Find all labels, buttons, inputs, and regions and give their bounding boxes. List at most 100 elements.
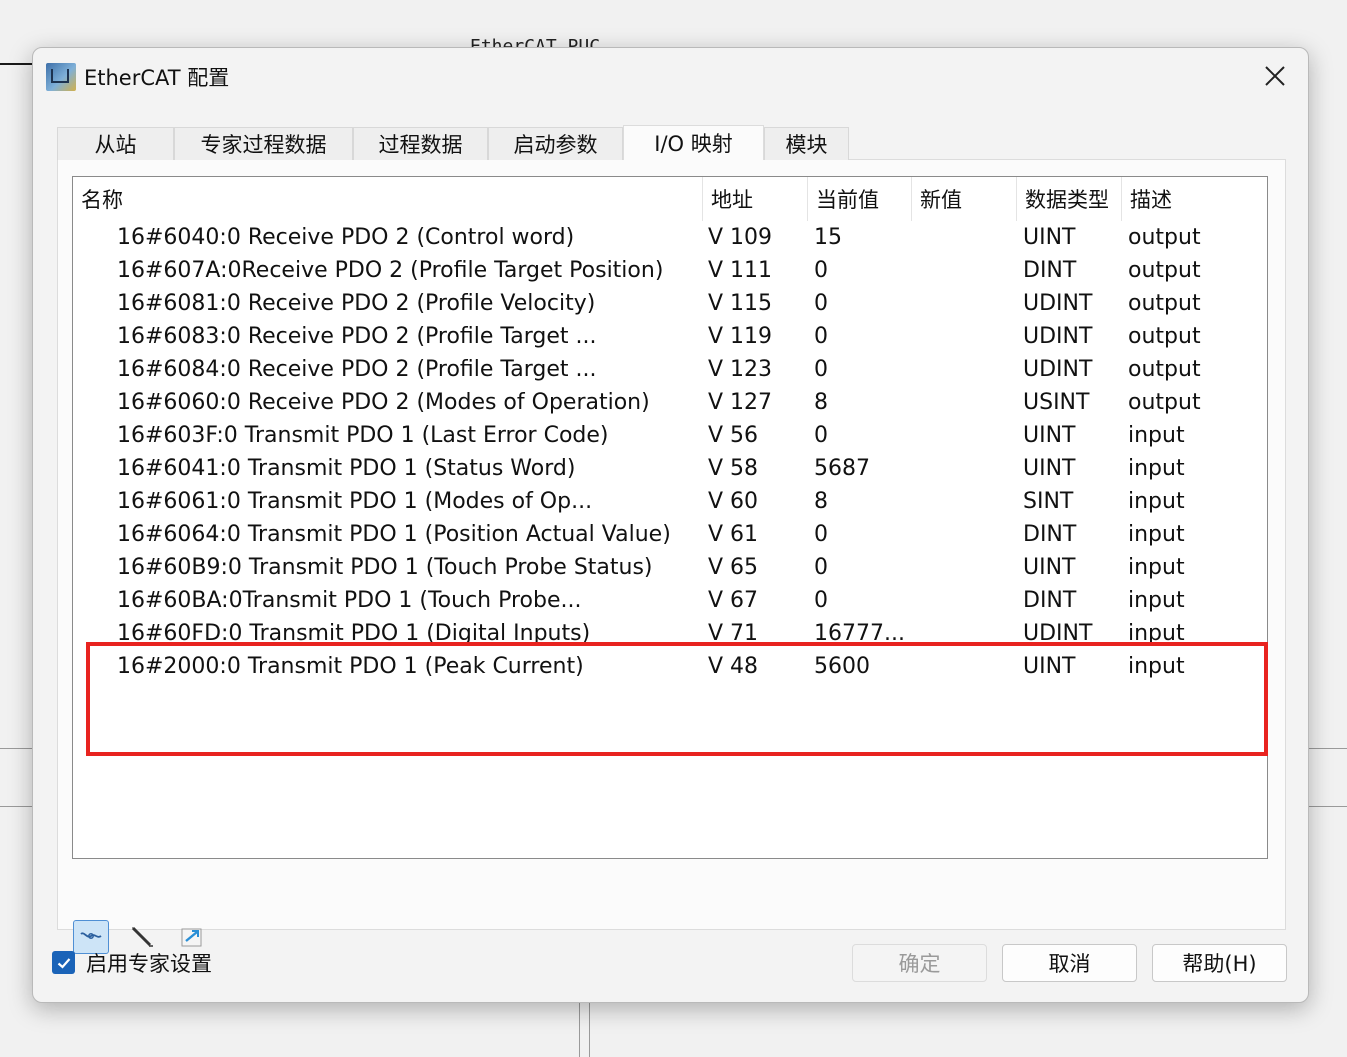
cell-address: V 58 [708,456,759,481]
cell-new-value[interactable] [918,287,1018,320]
cell-current-value: 0 [814,291,828,316]
cell-current-value: 15 [814,225,842,250]
table-row[interactable]: 16#6064:0 Transmit PDO 1 (Position Actua… [73,518,1267,551]
cell-name: 16#6081:0 Receive PDO 2 (Profile Velocit… [117,291,596,316]
expert-settings-label[interactable]: 启用专家设置 [86,948,212,978]
ok-button[interactable]: 确定 [852,944,987,982]
cell-new-value[interactable] [918,386,1018,419]
cell-new-value[interactable] [918,221,1018,254]
cell-current-value: 8 [814,390,828,415]
io-mapping-table[interactable]: 名称 地址 当前值 新值 数据类型 描述 16#6040:0 Receive P… [72,176,1268,859]
tab-1[interactable]: 从站 [57,127,174,160]
table-row[interactable]: 16#6061:0 Transmit PDO 1 (Modes of Op...… [73,485,1267,518]
cell-current-value: 16777... [814,621,905,646]
cell-new-value[interactable] [918,485,1018,518]
cell-address: V 48 [708,654,759,679]
cell-description: input [1128,522,1185,547]
tab-5[interactable]: I/O 映射 [623,125,764,160]
expert-settings-checkbox[interactable] [52,951,75,974]
dialog-titlebar: EtherCAT 配置 [33,48,1308,104]
cell-name: 16#6040:0 Receive PDO 2 (Control word) [117,225,575,250]
table-row[interactable]: 16#6040:0 Receive PDO 2 (Control word) V … [73,221,1267,254]
column-header-new-value[interactable]: 新值 [912,177,1017,221]
cell-description: input [1128,588,1185,613]
cell-current-value: 8 [814,489,828,514]
cell-new-value[interactable] [918,518,1018,551]
cell-new-value[interactable] [918,419,1018,452]
cell-name: 16#6083:0 Receive PDO 2 (Profile Target … [117,324,597,349]
table-row[interactable]: 16#6084:0 Receive PDO 2 (Profile Target … [73,353,1267,386]
cancel-button[interactable]: 取消 [1002,944,1137,982]
cell-current-value: 0 [814,324,828,349]
cell-data-type: SINT [1023,489,1074,514]
close-button[interactable] [1258,60,1292,92]
background-divider [0,806,34,807]
table-row[interactable]: 16#603F:0 Transmit PDO 1 (Last Error Cod… [73,419,1267,452]
cell-address: V 119 [708,324,773,349]
tab-3[interactable]: 过程数据 [353,127,488,160]
cell-current-value: 5687 [814,456,870,481]
cell-data-type: UDINT [1023,324,1093,349]
dialog-title: EtherCAT 配置 [84,66,230,90]
table-row[interactable]: 16#60BA:0Transmit PDO 1 (Touch Probe... V… [73,584,1267,617]
cell-name: 16#6041:0 Transmit PDO 1 (Status Word) [117,456,576,481]
close-icon [1265,66,1285,86]
cell-current-value: 0 [814,522,828,547]
cell-data-type: UINT [1023,225,1076,250]
table-row[interactable]: 16#2000:0 Transmit PDO 1 (Peak Current) V… [73,650,1267,683]
cell-current-value: 5600 [814,654,870,679]
background-divider [1309,806,1347,807]
table-row[interactable]: 16#6060:0 Receive PDO 2 (Modes of Operat… [73,386,1267,419]
cell-current-value: 0 [814,423,828,448]
column-header-current-value[interactable]: 当前值 [808,177,912,221]
cell-name: 16#6084:0 Receive PDO 2 (Profile Target … [117,357,597,382]
cell-name: 16#6060:0 Receive PDO 2 (Modes of Operat… [117,390,650,415]
cell-address: V 56 [708,423,759,448]
cell-name: 16#60FD:0 Transmit PDO 1 (Digital Inputs… [117,621,591,646]
table-row[interactable]: 16#6081:0 Receive PDO 2 (Profile Velocit… [73,287,1267,320]
cell-description: input [1128,621,1185,646]
tab-4[interactable]: 启动参数 [488,127,623,160]
table-row[interactable]: 16#60B9:0 Transmit PDO 1 (Touch Probe St… [73,551,1267,584]
cell-new-value[interactable] [918,584,1018,617]
table-row[interactable]: 16#607A:0Receive PDO 2 (Profile Target P… [73,254,1267,287]
ethercat-app-icon [46,63,76,91]
ethercat-config-dialog: EtherCAT 配置 从站 专家过程数据 过程数据 启动参数 I/O 映射 模块 名称 … [32,47,1309,1003]
cell-description: input [1128,489,1185,514]
cell-current-value: 0 [814,357,828,382]
table-row[interactable]: 16#60FD:0 Transmit PDO 1 (Digital Inputs… [73,617,1267,650]
cell-current-value: 0 [814,555,828,580]
cell-new-value[interactable] [918,551,1018,584]
cell-new-value[interactable] [918,353,1018,386]
cell-name: 16#6061:0 Transmit PDO 1 (Modes of Op... [117,489,593,514]
table-row[interactable]: 16#6083:0 Receive PDO 2 (Profile Target … [73,320,1267,353]
column-header-name[interactable]: 名称 [73,177,703,221]
cell-data-type: UINT [1023,423,1076,448]
cell-address: V 111 [708,258,773,283]
cell-address: V 65 [708,555,759,580]
cell-new-value[interactable] [918,320,1018,353]
cell-description: output [1128,357,1201,382]
cell-data-type: UINT [1023,654,1076,679]
table-row[interactable]: 16#6041:0 Transmit PDO 1 (Status Word) V … [73,452,1267,485]
background-divider [1309,748,1347,749]
cell-description: output [1128,324,1201,349]
tab-6[interactable]: 模块 [764,127,849,160]
cell-new-value[interactable] [918,254,1018,287]
help-button[interactable]: 帮助(H) [1152,944,1287,982]
column-header-address[interactable]: 地址 [703,177,808,221]
column-header-description[interactable]: 描述 [1122,177,1267,221]
cell-data-type: UDINT [1023,291,1093,316]
cell-data-type: DINT [1023,522,1077,547]
cell-new-value[interactable] [918,452,1018,485]
cell-current-value: 0 [814,258,828,283]
cell-data-type: DINT [1023,258,1077,283]
cell-description: input [1128,456,1185,481]
cell-address: V 123 [708,357,773,382]
cell-name: 16#603F:0 Transmit PDO 1 (Last Error Cod… [117,423,609,448]
cell-data-type: USINT [1023,390,1090,415]
tab-2[interactable]: 专家过程数据 [174,127,353,160]
column-header-data-type[interactable]: 数据类型 [1017,177,1122,221]
cell-new-value[interactable] [918,617,1018,650]
cell-new-value[interactable] [918,650,1018,683]
